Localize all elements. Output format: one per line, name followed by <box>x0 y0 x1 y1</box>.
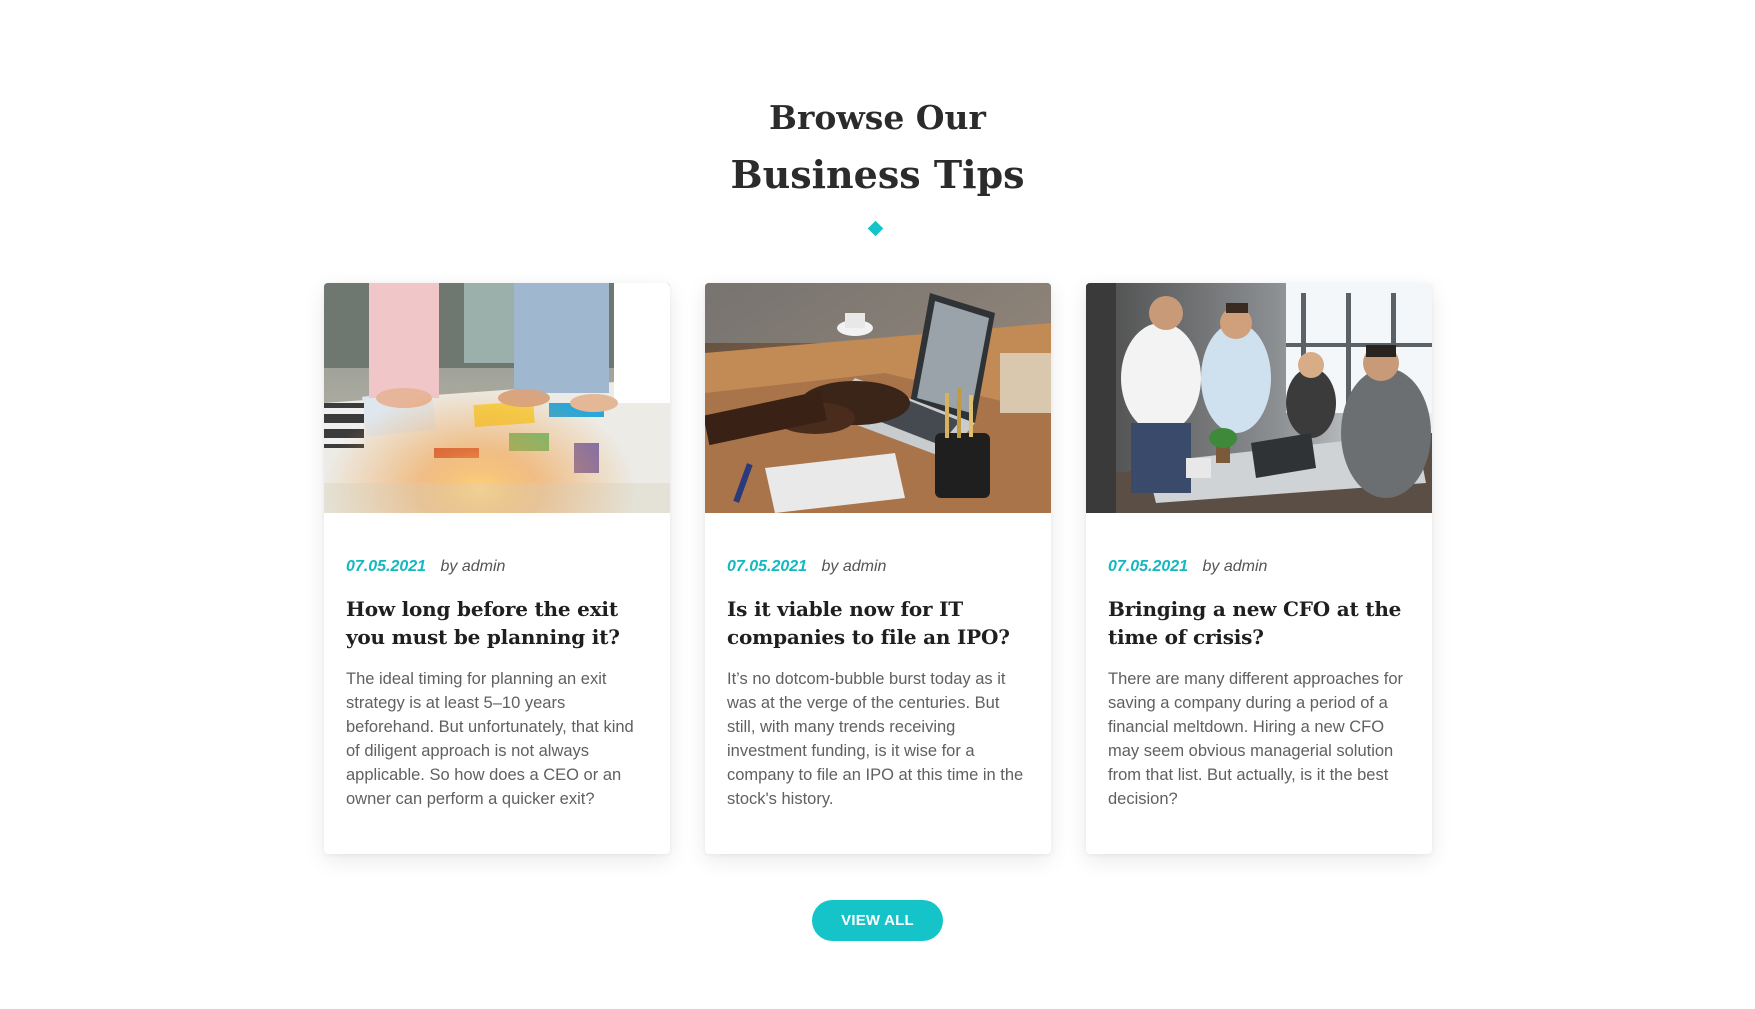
post-date[interactable]: 07.05.2021 <box>727 558 807 575</box>
post-meta: 07.05.2021 by admin <box>346 557 648 577</box>
laptop-desk-photo-icon <box>705 283 1051 513</box>
posts-grid: 07.05.2021 by admin How long before the … <box>324 283 1432 854</box>
post-title[interactable]: How long before the exit you must be pla… <box>346 595 648 651</box>
section-heading-line1: Browse Our <box>769 98 986 137</box>
post-image-laptop-desk[interactable] <box>705 283 1051 513</box>
office-handshake-photo-icon <box>1086 283 1432 513</box>
diamond-divider-icon <box>867 220 884 237</box>
post-date[interactable]: 07.05.2021 <box>1108 558 1188 575</box>
section-heading-line2: Business Tips <box>730 152 1025 197</box>
post-author[interactable]: by admin <box>822 558 887 575</box>
post-image-office-handshake[interactable] <box>1086 283 1432 513</box>
post-excerpt: It’s no dotcom-bubble burst today as it … <box>727 670 1024 808</box>
business-tips-section: Browse Our Business Tips 07.05.2021 by a… <box>0 0 1755 1009</box>
post-meta: 07.05.2021 by admin <box>1108 557 1410 577</box>
team-planning-photo-icon <box>324 283 670 513</box>
view-all-button[interactable]: VIEW ALL <box>812 900 943 941</box>
post-title[interactable]: Bringing a new CFO at the time of crisis… <box>1108 595 1410 651</box>
post-author[interactable]: by admin <box>1203 558 1268 575</box>
post-meta: 07.05.2021 by admin <box>727 557 1029 577</box>
post-image-team-planning[interactable] <box>324 283 670 513</box>
post-date[interactable]: 07.05.2021 <box>346 558 426 575</box>
post-card[interactable]: 07.05.2021 by admin How long before the … <box>324 283 670 854</box>
post-card[interactable]: 07.05.2021 by admin Is it viable now for… <box>705 283 1051 854</box>
post-title[interactable]: Is it viable now for IT companies to fil… <box>727 595 1029 651</box>
post-card[interactable]: 07.05.2021 by admin Bringing a new CFO a… <box>1086 283 1432 854</box>
post-excerpt: There are many different approaches for … <box>1108 670 1404 808</box>
post-excerpt: The ideal timing for planning an exit st… <box>346 670 634 808</box>
post-author[interactable]: by admin <box>441 558 506 575</box>
